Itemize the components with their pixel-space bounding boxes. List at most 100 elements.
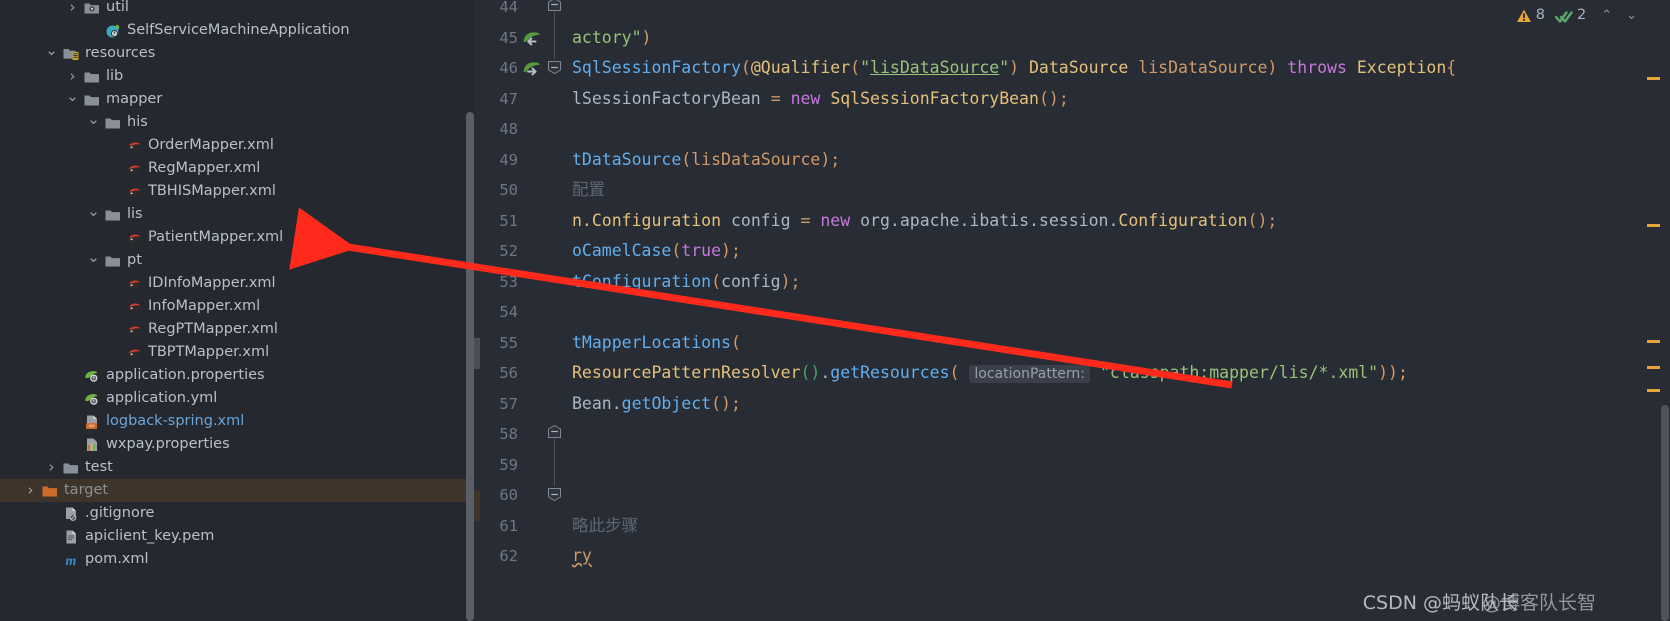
tree-file-row[interactable]: <> logback-spring.xml (0, 410, 466, 433)
line-number[interactable]: 45 (474, 23, 518, 54)
next-problem-button[interactable]: ⌄ (1621, 8, 1642, 23)
chevron-right-icon[interactable] (45, 456, 58, 479)
editor-area[interactable]: 44 45 46 47 48 49 50 51 52 53 54 55 56 57 58 59 60 61 62 a… (474, 0, 1670, 621)
error-stripe-marker[interactable] (1647, 389, 1660, 392)
properties-file-icon (84, 433, 101, 456)
tree-folder-row[interactable]: lib (0, 65, 466, 88)
code-line[interactable]: actory") (572, 23, 651, 54)
chevron-right-icon[interactable] (66, 0, 79, 19)
chevron-down-icon[interactable] (45, 42, 58, 65)
tree-item-label: IDInfoMapper.xml (148, 275, 276, 291)
tree-folder-row[interactable]: test (0, 456, 466, 479)
spring-bean-navigate-out-icon[interactable] (522, 53, 542, 84)
project-tree-scrollbar-thumb[interactable] (466, 112, 474, 621)
tree-item-label: target (64, 482, 109, 498)
line-number[interactable]: 48 (474, 114, 518, 145)
gutter-line-marker (474, 490, 480, 521)
tree-file-row[interactable]: apiclient_key.pem (0, 525, 466, 548)
line-number[interactable]: 55 (474, 328, 518, 359)
tree-file-row[interactable]: TBPTMapper.xml (0, 341, 466, 364)
tree-file-row[interactable]: PatientMapper.xml (0, 226, 466, 249)
code-line[interactable]: tConfiguration(config); (572, 267, 801, 298)
previous-problem-button[interactable]: ⌃ (1596, 8, 1617, 23)
tree-folder-row[interactable]: lis (0, 203, 466, 226)
code-line[interactable]: n.Configuration config = new org.apache.… (572, 206, 1277, 237)
line-number[interactable]: 57 (474, 389, 518, 420)
line-number[interactable]: 49 (474, 145, 518, 176)
tree-file-row[interactable]: OrderMapper.xml (0, 134, 466, 157)
tree-file-row[interactable]: InfoMapper.xml (0, 295, 466, 318)
error-stripe-marker[interactable] (1647, 340, 1660, 343)
code-line[interactable]: tDataSource(lisDataSource); (572, 145, 840, 176)
tree-file-row[interactable]: RegMapper.xml (0, 157, 466, 180)
tree-file-row[interactable]: m pom.xml (0, 548, 466, 571)
line-number[interactable]: 54 (474, 297, 518, 328)
tree-item-label: pom.xml (85, 551, 149, 567)
tree-folder-row[interactable]: resources (0, 42, 466, 65)
tree-item-label: wxpay.properties (106, 436, 230, 452)
code-line[interactable]: Bean.getObject(); (572, 389, 741, 420)
tree-file-row[interactable]: IDInfoMapper.xml (0, 272, 466, 295)
code-line[interactable]: tMapperLocations( (572, 328, 741, 359)
error-stripe-marker[interactable] (1647, 366, 1660, 369)
line-number[interactable]: 50 (474, 175, 518, 206)
code-fold-line (554, 439, 555, 486)
tree-item-label: logback-spring.xml (106, 413, 245, 429)
code-line[interactable]: ry (572, 541, 592, 572)
tree-file-row[interactable]: TBHISMapper.xml (0, 180, 466, 203)
tree-file-row[interactable]: application.yml (0, 387, 466, 410)
line-number[interactable]: 51 (474, 206, 518, 237)
line-number[interactable]: 59 (474, 450, 518, 481)
chevron-right-icon[interactable] (24, 479, 37, 502)
gitignore-file-icon (63, 502, 80, 525)
chevron-right-icon[interactable] (66, 65, 79, 88)
folder-excluded-icon (42, 479, 59, 502)
tree-folder-row[interactable]: util (0, 0, 466, 19)
tree-file-row[interactable]: RegPTMapper.xml (0, 318, 466, 341)
inspection-results-widget[interactable]: 8 2 ⌃ ⌄ (1516, 2, 1642, 28)
tree-folder-row[interactable]: his (0, 111, 466, 134)
spring-config-icon (84, 364, 101, 387)
editor-gutter[interactable]: 44 45 46 47 48 49 50 51 52 53 54 55 56 57 58 59 60 61 62 (474, 0, 561, 621)
chevron-down-icon[interactable] (87, 111, 100, 134)
tree-file-row[interactable]: wxpay.properties (0, 433, 466, 456)
code-line[interactable]: SqlSessionFactory(@Qualifier("lisDataSou… (572, 53, 1456, 84)
line-number[interactable]: 44 (474, 0, 518, 23)
code-line[interactable]: lSessionFactoryBean = new SqlSessionFact… (572, 84, 1069, 115)
tree-folder-row[interactable]: mapper (0, 88, 466, 111)
line-number[interactable]: 58 (474, 419, 518, 450)
code-line[interactable]: 配置 (572, 175, 605, 206)
line-number[interactable]: 47 (474, 84, 518, 115)
line-number[interactable]: 53 (474, 267, 518, 298)
project-tree-scrollbar[interactable] (466, 0, 474, 621)
line-number[interactable]: 61 (474, 511, 518, 542)
editor-code-surface[interactable]: actory") SqlSessionFactory(@Qualifier("li… (560, 0, 1670, 621)
spring-bean-navigate-in-icon[interactable] (522, 23, 542, 54)
code-line[interactable]: ResourcePatternResolver().getResources( … (572, 358, 1408, 389)
tree-folder-row[interactable]: target (0, 479, 466, 502)
error-stripe-marker[interactable] (1647, 224, 1660, 227)
editor-scrollbar-thumb[interactable] (1661, 405, 1669, 621)
folder-resources-icon (63, 42, 80, 65)
line-number[interactable]: 46 (474, 53, 518, 84)
error-stripe-marker[interactable] (1647, 77, 1660, 80)
line-number[interactable]: 62 (474, 541, 518, 572)
tree-file-row[interactable]: .gitignore (0, 502, 466, 525)
chevron-down-icon[interactable] (66, 88, 79, 111)
code-line[interactable]: 略此步骤 (572, 511, 638, 542)
editor-vertical-scrollbar[interactable] (1660, 0, 1670, 621)
code-line[interactable]: oCamelCase(true); (572, 236, 741, 267)
line-number[interactable]: 60 (474, 480, 518, 511)
error-stripe[interactable] (1642, 0, 1660, 621)
project-tool-window[interactable]: util SelfServiceMachineApplication resourc… (0, 0, 466, 621)
watermark-prefix: CSDN (1362, 592, 1423, 614)
tree-folder-row[interactable]: pt (0, 249, 466, 272)
tree-item-label: RegPTMapper.xml (148, 321, 278, 337)
tree-file-row[interactable]: SelfServiceMachineApplication (0, 19, 466, 42)
tree-file-row[interactable]: application.properties (0, 364, 466, 387)
line-number[interactable]: 52 (474, 236, 518, 267)
chevron-down-icon[interactable] (87, 203, 100, 226)
chevron-down-icon[interactable] (87, 249, 100, 272)
folder-icon (105, 111, 122, 134)
line-number[interactable]: 56 (474, 358, 518, 389)
